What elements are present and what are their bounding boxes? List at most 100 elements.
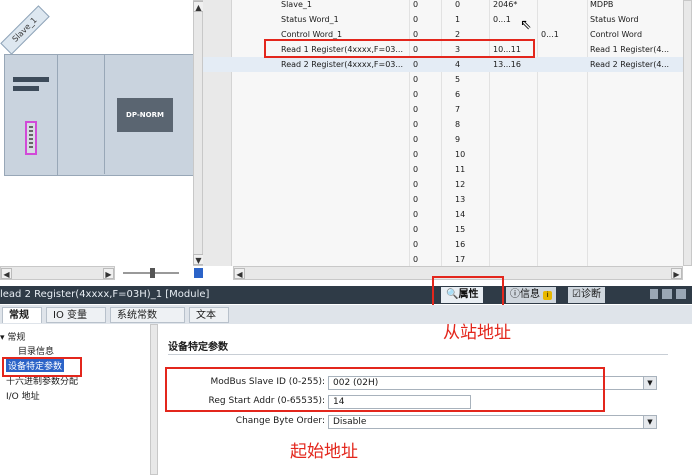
device-led-bar (13, 86, 39, 91)
info-tab[interactable]: ⓘ信息 i (506, 287, 557, 303)
nav-io-address[interactable]: I/O 地址 (6, 389, 40, 402)
table-cell-c2: 1 (455, 15, 461, 24)
table-cell-c4 (541, 222, 585, 237)
table-cell-c1: 0 (413, 195, 419, 204)
table-row[interactable]: 0 15 (203, 222, 683, 237)
table-cell-c2: 7 (455, 105, 461, 114)
table-row[interactable]: Slave_1 0 0 2046* MDPB (203, 0, 683, 12)
table-cell-name (281, 192, 409, 207)
diagnostics-tab[interactable]: ☑诊断 (568, 287, 605, 303)
table-cell-c4 (541, 87, 585, 102)
tab-texts[interactable]: 文本 (189, 307, 229, 323)
restore-icon[interactable] (662, 289, 672, 299)
table-cell-c1: 0 (413, 15, 419, 24)
tab-io-tags[interactable]: IO 变量 (46, 307, 106, 323)
nav-catalog-info[interactable]: 目录信息 (18, 344, 54, 357)
tab-system-constants[interactable]: 系统常数 (110, 307, 185, 323)
table-cell-c5: Status Word (590, 15, 639, 24)
table-cell-c3 (493, 207, 537, 222)
table-row[interactable]: 0 17 (203, 252, 683, 266)
device-hscrollbar[interactable]: ◀ ▶ (0, 266, 115, 280)
table-cell-c1: 0 (413, 180, 419, 189)
table-cell-c2: 10 (455, 150, 466, 159)
scroll-left-icon[interactable]: ◀ (1, 268, 12, 279)
table-row[interactable]: 0 16 (203, 237, 683, 252)
table-cell-c1: 0 (413, 60, 419, 69)
table-cell-c4 (541, 177, 585, 192)
table-cell-c4 (541, 42, 585, 57)
expand-arrow-icon: ▾ (0, 333, 5, 343)
table-cell-c2: 9 (455, 135, 461, 144)
table-row[interactable]: 08 (203, 117, 683, 132)
nav-scrollbar[interactable] (150, 324, 158, 475)
table-cell-c5: Control Word (590, 30, 643, 39)
dropdown-arrow-icon[interactable]: ▼ (643, 416, 656, 428)
table-row[interactable]: Status Word_1 0 1 0...1 Status Word (203, 12, 683, 27)
table-cell-name (281, 102, 409, 117)
scroll-right-icon[interactable]: ▶ (103, 268, 114, 279)
annotation-box-params (165, 367, 605, 412)
table-cell-c2: 11 (455, 165, 466, 174)
overview-icon[interactable] (194, 268, 203, 278)
inspector-tab-strip: 常规 IO 变量 系统常数 文本 (0, 305, 692, 324)
table-cell-c3 (493, 132, 537, 147)
table-cell-c5 (590, 177, 682, 192)
table-cell-c4 (541, 57, 585, 72)
table-row[interactable]: 06 (203, 87, 683, 102)
table-cell-c4 (541, 12, 585, 27)
table-cell-name (281, 162, 409, 177)
device-led-bar (13, 77, 49, 82)
close-panel-icon[interactable] (676, 289, 686, 299)
table-row[interactable]: Read 2 Register(4xxxx,F=03... 0 4 13...16 Re… (203, 57, 683, 72)
section-title: 设备特定参数 (168, 342, 228, 353)
table-cell-name (281, 177, 409, 192)
table-cell-name (281, 222, 409, 237)
table-cell-name: Read 2 Register(4xxxx,F=03... (281, 60, 404, 69)
table-cell-name (281, 72, 409, 87)
table-row[interactable]: 09 (203, 132, 683, 147)
nav-general[interactable]: ▾ 常规 (0, 330, 25, 343)
navigation-tree: ▾ 常规 目录信息 设备特定参数 十六进制参数分配 I/O 地址 (0, 324, 151, 475)
table-cell-c4 (541, 72, 585, 87)
dropdown-arrow-icon[interactable]: ▼ (643, 377, 656, 389)
table-cell-c5: Read 2 Register(4... (590, 60, 670, 69)
device-vscrollbar[interactable]: ▲ ▼ (193, 0, 204, 266)
diagnostics-icon: ☑ (572, 289, 581, 300)
table-cell-c1: 0 (413, 225, 419, 234)
info-icon: ⓘ (510, 289, 520, 300)
table-row[interactable]: 0 11 (203, 162, 683, 177)
table-cell-c4 (541, 252, 585, 266)
table-cell-name (281, 147, 409, 162)
table-row[interactable]: 0 10 (203, 147, 683, 162)
table-cell-name (281, 132, 409, 147)
annotation-start-address: 起始地址 (290, 442, 358, 462)
window-layout-icon[interactable] (650, 289, 658, 299)
table-cell-name: Status Word_1 (281, 15, 339, 24)
table-row[interactable]: 0 14 (203, 207, 683, 222)
table-row[interactable]: 0 12 (203, 177, 683, 192)
slave-device-body[interactable] (4, 54, 58, 176)
scroll-left-icon[interactable]: ◀ (234, 268, 245, 279)
table-row[interactable]: 05 (203, 72, 683, 87)
profibus-port-icon[interactable] (25, 121, 37, 155)
dp-norm-module[interactable]: DP-NORM (117, 98, 173, 132)
table-cell-c5: MDPB (590, 0, 614, 9)
table-cell-c2: 6 (455, 90, 461, 99)
table-row[interactable]: 07 (203, 102, 683, 117)
table-vscrollbar[interactable] (683, 0, 692, 266)
zoom-slider-handle[interactable] (150, 268, 155, 278)
byte-order-label: Change Byte Order: (235, 416, 325, 426)
table-cell-c5 (590, 252, 682, 266)
byte-order-select[interactable]: Disable ▼ (328, 415, 657, 429)
table-cell-c3: 2046* (493, 0, 518, 9)
tab-general[interactable]: 常规 (2, 307, 42, 323)
scroll-right-icon[interactable]: ▶ (671, 268, 682, 279)
slave-label[interactable]: Slave_1 (0, 5, 50, 55)
annotation-box-nav (2, 357, 82, 377)
table-cell-name (281, 237, 409, 252)
table-cell-c4 (541, 207, 585, 222)
table-cell-c1: 0 (413, 90, 419, 99)
table-cell-c1: 0 (413, 75, 419, 84)
table-cell-name (281, 207, 409, 222)
table-row[interactable]: 0 13 (203, 192, 683, 207)
